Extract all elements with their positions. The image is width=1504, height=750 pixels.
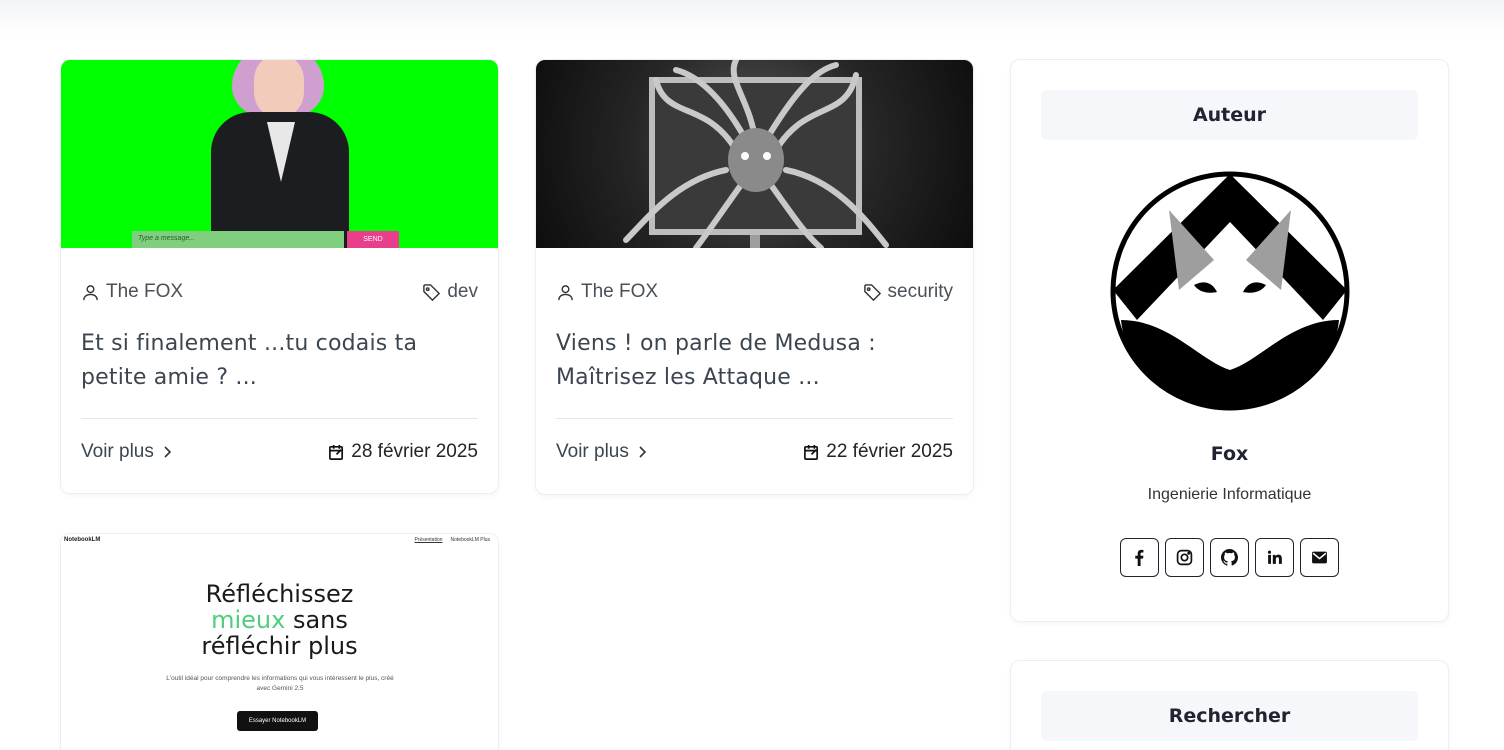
post-author[interactable]: The FOX — [81, 281, 183, 303]
post-author[interactable]: The FOX — [556, 281, 658, 303]
hero-headline-line1: Réfléchissez — [205, 580, 354, 608]
hero-headline-line2: mieux sans — [61, 607, 498, 633]
instagram-button[interactable] — [1165, 538, 1204, 577]
post-card[interactable]: NotebookLM Présentation NotebookLM Plus … — [60, 533, 499, 750]
author-name: Fox — [1210, 443, 1249, 465]
chevron-right-icon — [639, 446, 647, 458]
social-links — [1120, 538, 1339, 577]
read-more-label: Voir plus — [556, 441, 629, 462]
search-widget: Rechercher — [1010, 660, 1449, 750]
user-icon — [83, 284, 98, 300]
github-icon — [1221, 549, 1238, 566]
post-tag[interactable]: dev — [422, 281, 478, 303]
post-date: 28 février 2025 — [328, 441, 478, 463]
date-label: 28 février 2025 — [351, 441, 478, 462]
linkedin-icon — [1267, 550, 1282, 564]
notebooklm-nav: Présentation NotebookLM Plus — [414, 537, 490, 543]
fox-logo — [1110, 171, 1350, 411]
chat-input-preview: Type a message... — [132, 231, 344, 248]
nav-link: NotebookLM Plus — [450, 537, 490, 543]
post-thumbnail[interactable]: NotebookLM Présentation NotebookLM Plus … — [61, 534, 498, 750]
user-icon — [558, 284, 573, 300]
hero-headline-rest: sans — [285, 606, 348, 634]
divider — [556, 418, 953, 419]
date-label: 22 février 2025 — [826, 441, 953, 462]
tag-icon — [423, 283, 441, 301]
header-shadow — [0, 0, 1504, 36]
read-more-link[interactable]: Voir plus — [81, 441, 172, 463]
facebook-button[interactable] — [1120, 538, 1159, 577]
post-date: 22 février 2025 — [803, 441, 953, 463]
tag-label: security — [887, 281, 953, 302]
chat-send-preview: SEND — [347, 231, 399, 248]
post-thumbnail[interactable] — [536, 60, 973, 248]
avatar-face — [254, 60, 304, 116]
post-thumbnail[interactable]: Type a message... SEND — [61, 60, 498, 248]
author-role: Ingenierie Informatique — [1147, 486, 1312, 503]
chevron-right-icon — [164, 446, 172, 458]
read-more-link[interactable]: Voir plus — [556, 441, 647, 463]
post-title[interactable]: Viens ! on parle de Medusa : Maîtrisez l… — [556, 327, 953, 395]
mail-icon — [1312, 551, 1327, 564]
post-title[interactable]: Et si finalement ...tu codais ta petite … — [81, 327, 478, 395]
post-card[interactable]: Type a message... SEND The FOX dev Et si… — [60, 59, 499, 494]
octopus-illustration — [623, 60, 889, 248]
hero-highlight: mieux — [211, 606, 286, 634]
author-widget: Auteur Fox Ingenierie Informatique — [1010, 59, 1449, 622]
widget-title: Rechercher — [1041, 691, 1418, 741]
tag-icon — [863, 283, 881, 301]
divider — [81, 418, 478, 419]
facebook-icon — [1135, 549, 1144, 566]
mail-button[interactable] — [1300, 538, 1339, 577]
read-more-label: Voir plus — [81, 441, 154, 462]
author-label: The FOX — [581, 281, 659, 302]
instagram-icon — [1176, 549, 1193, 566]
tag-label: dev — [447, 281, 478, 302]
linkedin-button[interactable] — [1255, 538, 1294, 577]
widget-title: Auteur — [1041, 90, 1418, 140]
post-tag[interactable]: security — [863, 281, 953, 303]
github-button[interactable] — [1210, 538, 1249, 577]
notebooklm-logo: NotebookLM — [64, 537, 101, 543]
hero-subtitle: L'outil idéal pour comprendre les inform… — [166, 675, 394, 692]
hero-cta: Essayer NotebookLM — [237, 711, 318, 731]
nav-link: Présentation — [414, 537, 443, 543]
hero-headline-line3: réfléchir plus — [201, 632, 358, 660]
post-card[interactable]: The FOX security Viens ! on parle de Med… — [535, 59, 974, 495]
calendar-icon — [804, 444, 819, 460]
author-label: The FOX — [106, 281, 184, 302]
calendar-icon — [329, 444, 344, 460]
